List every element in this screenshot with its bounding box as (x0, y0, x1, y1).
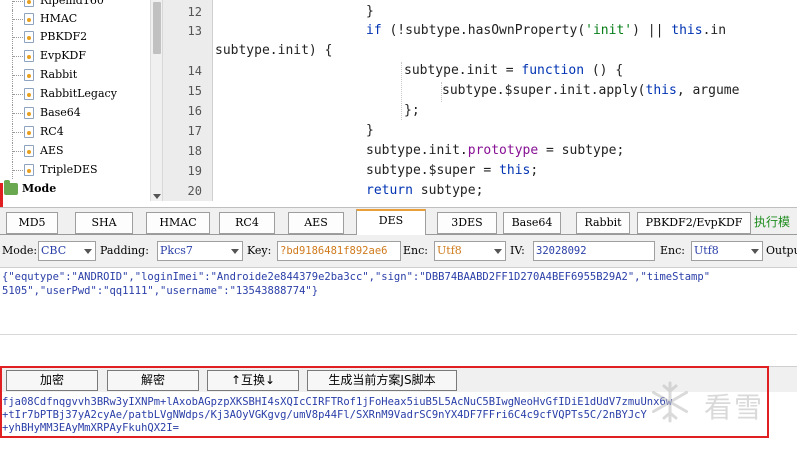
tree-item-hmac[interactable]: HMAC (0, 10, 150, 28)
line-number: 14 (187, 64, 202, 78)
line-number: 16 (187, 104, 202, 118)
tree-item-tripledes[interactable]: TripleDES (0, 161, 150, 179)
iv-enc-select[interactable]: Utf8 (691, 241, 763, 261)
encrypt-button[interactable]: 加密 (6, 370, 98, 391)
cipher-options: Mode: CBC Padding: Pkcs7 Key: ?bd9186481… (0, 235, 797, 267)
tree-item-evpkdf[interactable]: EvpKDF (0, 47, 150, 65)
code-line: } (366, 123, 374, 138)
line-number-gutter: 12 13 14 15 16 17 18 19 20 (163, 0, 213, 201)
line-number: 15 (187, 84, 202, 98)
script-icon (24, 126, 34, 138)
key-label: Key: (247, 244, 272, 257)
key-input[interactable]: ?bd9186481f892ae6 (277, 241, 401, 261)
script-icon (24, 88, 34, 100)
chevron-down-icon (751, 249, 759, 254)
editor-pane: Ripemd160 HMAC PBKDF2 EvpKDF Rabbit Rabb… (0, 0, 797, 201)
line-number: 18 (187, 144, 202, 158)
tab-des[interactable]: DES (356, 209, 426, 236)
tree-scrollbar[interactable] (150, 0, 162, 201)
input-line: 5105","userPwd":"qq1111","username":"135… (2, 285, 319, 297)
code-line: subtype.init = function () { (404, 63, 624, 78)
key-enc-label: Enc: (403, 244, 428, 257)
line-number: 17 (187, 124, 202, 138)
tab-execute[interactable]: 执行模 (754, 212, 797, 234)
tree-item-pbkdf2[interactable]: PBKDF2 (0, 28, 150, 46)
tab-aes[interactable]: AES (288, 212, 344, 234)
tree-item-rabbitlegacy[interactable]: RabbitLegacy (0, 85, 150, 103)
chevron-down-icon (231, 249, 239, 254)
plaintext-input[interactable]: {"equtype":"ANDROID","loginImei":"Androi… (0, 267, 797, 366)
snowflake-logo-icon (652, 381, 688, 423)
watermark-text: 看雪 (704, 391, 765, 424)
tab-pbkdf2-evpkdf[interactable]: PBKDF2/EvpKDF (637, 212, 751, 234)
script-icon (24, 107, 34, 119)
swap-button[interactable]: ↑互换↓ (207, 370, 299, 391)
generate-script-button[interactable]: 生成当前方案JS脚本 (307, 370, 457, 391)
padding-select[interactable]: Pkcs7 (157, 241, 243, 261)
script-icon (24, 50, 34, 62)
tree-item-base64[interactable]: Base64 (0, 104, 150, 122)
tree-item-rabbit[interactable]: Rabbit (0, 66, 150, 84)
tab-rabbit[interactable]: Rabbit (576, 212, 630, 234)
script-icon (24, 145, 34, 157)
tab-3des[interactable]: 3DES (437, 212, 497, 234)
tree-item-ripemd160[interactable]: Ripemd160 (0, 0, 150, 10)
chevron-down-icon (494, 249, 502, 254)
code-line: subtype.init.prototype = subtype; (366, 143, 625, 158)
line-number: 20 (187, 184, 202, 198)
padding-label: Padding: (100, 244, 149, 257)
script-icon (24, 164, 34, 176)
folder-icon (4, 180, 18, 195)
tab-base64[interactable]: Base64 (503, 212, 561, 234)
code-editor[interactable]: } if (!subtype.hasOwnProperty('init') ||… (213, 0, 797, 201)
tree-group-mode[interactable]: Mode (0, 180, 150, 198)
input-line: {"equtype":"ANDROID","loginImei":"Androi… (2, 271, 711, 283)
indent-guide (401, 62, 402, 120)
tab-rc4[interactable]: RC4 (219, 212, 275, 234)
tab-sha[interactable]: SHA (75, 212, 133, 234)
code-line: subtype.$super.init.apply(this, argume (442, 83, 740, 98)
output-label: Outpu (766, 244, 797, 257)
tree-item-rc4[interactable]: RC4 (0, 123, 150, 141)
tab-md5[interactable]: MD5 (6, 212, 58, 234)
line-number: 19 (187, 164, 202, 178)
output-line: fja08Cdfnqgvvh3BRw3yIXNPm+lAxobAGpzpXKSB… (2, 396, 673, 408)
mode-select[interactable]: CBC (38, 241, 96, 261)
key-enc-select[interactable]: Utf8 (434, 241, 506, 261)
code-line: }; (404, 103, 420, 118)
code-line: subtype.init) { (215, 43, 333, 58)
iv-label: IV: (510, 244, 525, 257)
code-line: } (366, 4, 374, 19)
chevron-down-icon (84, 249, 92, 254)
output-line: +tIr7bPTBj37yA2cyAe/patbLVgNWdps/Kj3AOyV… (2, 409, 647, 421)
divider (0, 334, 797, 335)
script-icon (24, 69, 34, 81)
script-icon (24, 13, 34, 25)
line-number: 13 (187, 24, 202, 38)
iv-input[interactable]: 32028092 (533, 241, 655, 261)
code-line: if (!subtype.hasOwnProperty('init') || t… (366, 23, 727, 38)
scroll-down-icon[interactable] (153, 194, 161, 199)
iv-enc-label: Enc: (660, 244, 685, 257)
mode-label: Mode: (2, 244, 38, 257)
script-icon (24, 31, 34, 43)
algorithm-tree: Ripemd160 HMAC PBKDF2 EvpKDF Rabbit Rabb… (0, 0, 163, 201)
decrypt-button[interactable]: 解密 (107, 370, 199, 391)
output-line: +yhBHyMM3EAyMmXRPAyFkuhQX2I= (2, 422, 180, 434)
script-icon (24, 0, 34, 7)
tab-hmac[interactable]: HMAC (146, 212, 210, 234)
code-line: subtype.$super = this; (366, 163, 539, 178)
tree-item-aes[interactable]: AES (0, 142, 150, 160)
watermark: 看雪 (648, 378, 768, 434)
code-line: return subtype; (366, 183, 484, 198)
scrollbar-thumb[interactable] (153, 2, 161, 54)
line-number: 12 (187, 5, 202, 19)
algorithm-tabs: MD5 SHA HMAC RC4 AES DES 3DES Base64 Rab… (0, 207, 797, 236)
